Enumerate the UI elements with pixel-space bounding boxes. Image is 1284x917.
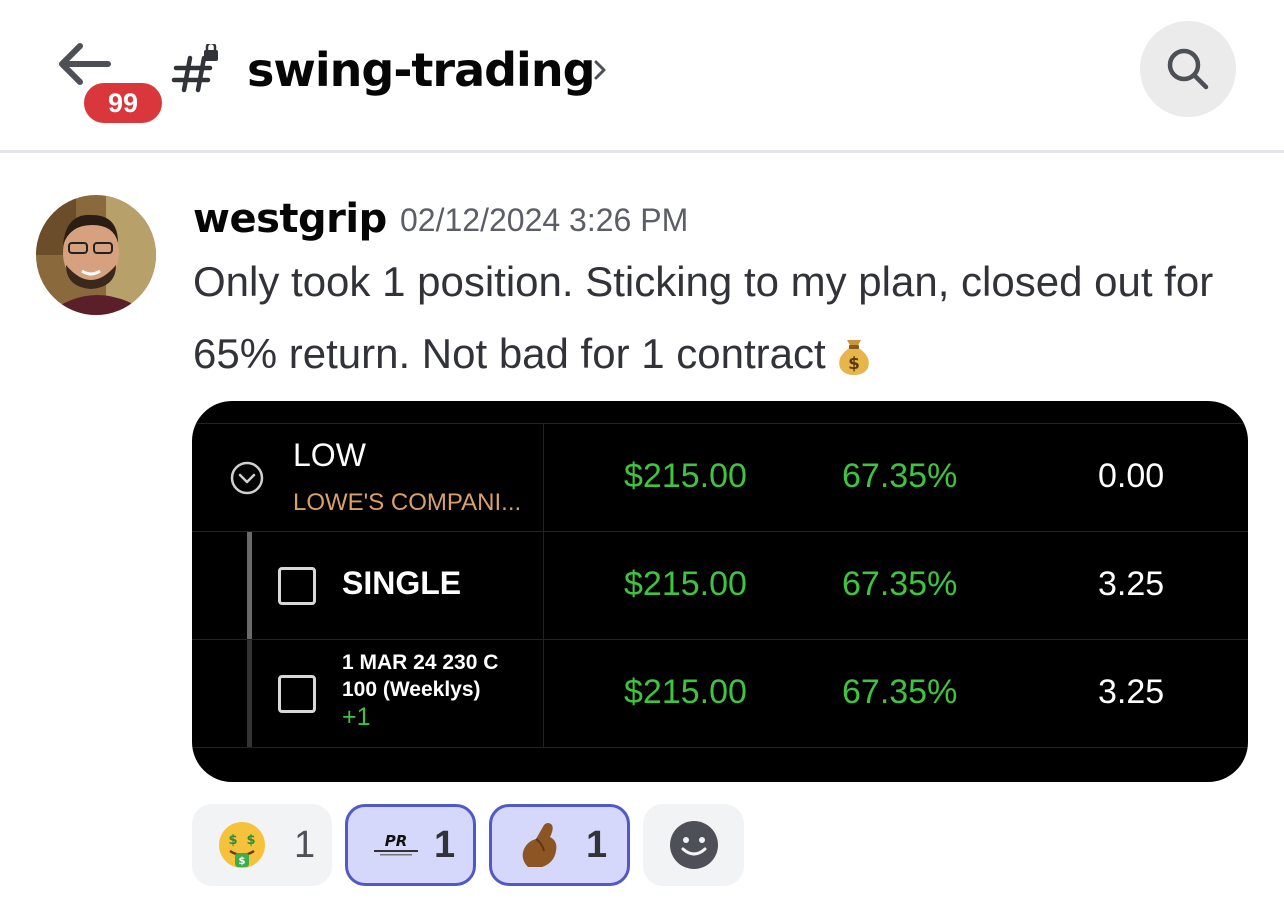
market-value: $215.00 [624,457,747,495]
price: 0.00 [1098,457,1165,495]
market-value: $215.00 [624,565,747,603]
chevron-right-icon[interactable] [590,52,612,88]
message-author[interactable]: westgrip [193,192,387,246]
svg-text:$: $ [239,856,246,867]
search-icon [1167,48,1209,90]
reaction-count: 1 [294,823,316,866]
pl-percent: 67.35% [842,565,958,603]
company-name: LOWE'S COMPANI... [293,489,522,516]
attachment-image[interactable]: LOW LOWE'S COMPANI... $215.00 67.35% 0.0… [192,401,1248,782]
channel-title[interactable]: swing-trading [247,38,595,102]
search-button[interactable] [1140,21,1236,117]
strategy-label: SINGLE [342,565,462,601]
leg-description-line2: 100 (Weeklys) [342,678,481,701]
message-timestamp: 02/12/2024 3:26 PM [400,202,689,238]
symbol: LOW [293,437,366,473]
pl-percent: 67.35% [842,457,958,495]
unread-badge: 99 [80,79,166,127]
money-bag-icon: $ [838,340,869,375]
price: 3.25 [1098,565,1165,603]
user-avatar-image [36,195,156,315]
strategy-checkbox[interactable] [278,567,316,605]
reaction-pinched-fingers[interactable]: 1 [489,804,630,886]
reaction-count: 1 [586,823,608,866]
option-leg-row: 1 MAR 24 230 C 100 (Weeklys) +1 $215.00 … [192,639,1248,747]
leg-description-line1: 1 MAR 24 230 C [342,651,499,674]
avatar[interactable] [36,195,156,315]
message-content: Only took 1 position. Sticking to my pla… [193,246,1263,390]
locked-channel-icon [171,44,218,93]
market-value: $215.00 [624,673,747,711]
reaction-money-mouth[interactable]: $ $ $ 1 [192,804,332,886]
pr-custom-emoji-icon: PR [374,832,418,856]
pinched-fingers-icon [522,823,557,867]
svg-text:$: $ [228,833,237,848]
message-text: Only took 1 position. Sticking to my pla… [193,258,1214,377]
divider [192,747,1248,748]
add-reaction-icon [669,821,718,869]
pr-emoji-text: PR [385,832,408,850]
position-group-row: LOW LOWE'S COMPANI... $215.00 67.35% 0.0… [192,423,1248,531]
chevron-down-circle-icon[interactable] [230,461,264,495]
strategy-row: SINGLE $215.00 67.35% 3.25 [192,531,1248,639]
channel-header: 99 swing-trading [0,0,1284,153]
add-reaction-button[interactable] [643,804,744,886]
leg-quantity: +1 [342,703,371,731]
price: 3.25 [1098,673,1165,711]
svg-text:$: $ [246,833,255,848]
reaction-count: 1 [434,823,456,866]
svg-text:$: $ [848,354,860,374]
money-mouth-face-icon: $ $ $ [219,822,265,868]
leg-checkbox[interactable] [278,675,316,713]
pl-percent: 67.35% [842,673,958,711]
reaction-pr-custom[interactable]: PR 1 [345,804,476,886]
